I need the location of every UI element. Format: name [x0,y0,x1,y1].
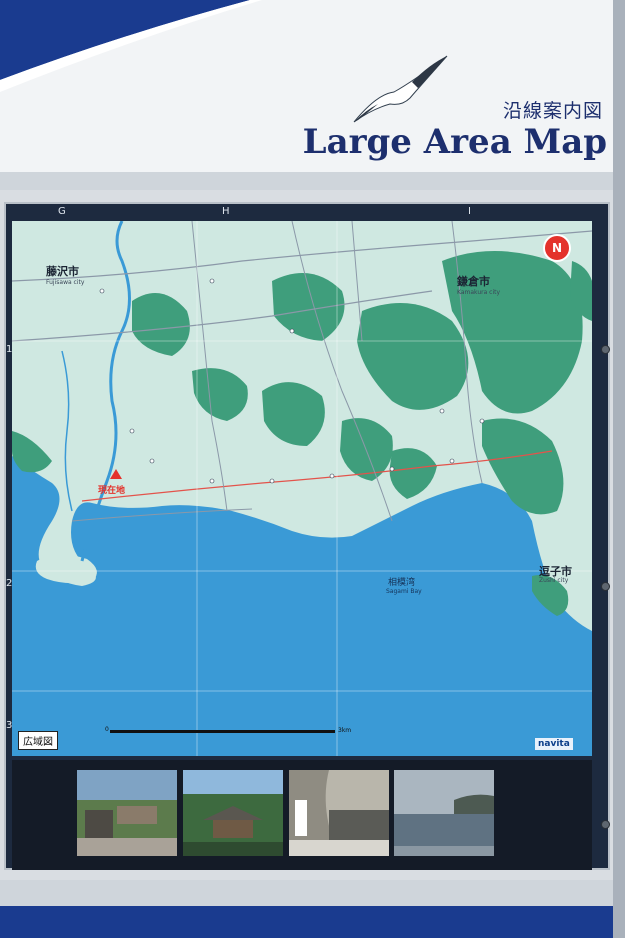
sign-header: 沿線案内図 Large Area Map [0,0,625,190]
label-fujisawa: 藤沢市 [46,265,79,278]
cave-photo [289,770,389,856]
label-kamakura-en: Kamakura city [457,289,501,296]
scale-bar [110,730,335,733]
north-arrow-icon: N [543,234,571,262]
screw-3 [601,820,610,829]
label-kamakura: 鎌倉市 [457,275,490,288]
scale-start: 0 [105,726,109,733]
title-english: Large Area Map [302,122,607,162]
sign-post [613,0,625,938]
area-map: 藤沢市 Fujisawa city 鎌倉市 Kamakura city 逗子市 … [12,221,592,756]
shrine-gate-photo [77,770,177,856]
title-japanese: 沿線案内図 [502,100,603,122]
scale-end: 3km [338,727,352,734]
grid-col-i: I [468,206,471,217]
screw-2 [601,582,610,591]
seagull-icon [353,55,448,123]
sign-footer [0,880,625,938]
coast-photo [394,770,494,856]
footer-blue-band [0,906,625,938]
legend-label: 広域図 [18,731,58,750]
label-sagami-bay-en: Sagami Bay [386,588,422,595]
label-current-location: 現在地 [98,486,126,496]
label-zushi-en: Zushi city [539,577,569,584]
screw-1 [601,345,610,354]
temple-roof-photo [183,770,283,856]
grid-column-header: G H I [6,204,602,220]
grid-col-g: G [58,206,66,217]
label-fujisawa-en: Fujisawa city [46,279,85,286]
label-sagami-bay: 相模湾 [388,578,416,588]
navita-logo: navita [535,738,573,750]
grid-col-h: H [222,206,230,217]
